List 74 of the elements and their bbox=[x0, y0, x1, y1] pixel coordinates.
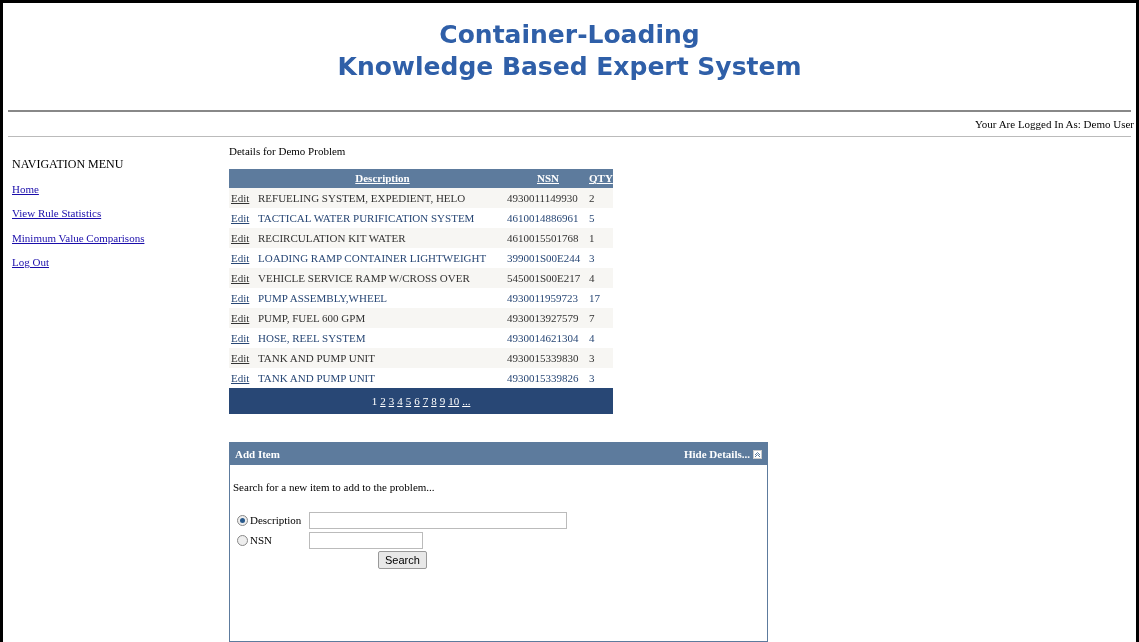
edit-link[interactable]: Edit bbox=[231, 229, 250, 247]
table-cell-text: 4610014886961 bbox=[507, 210, 579, 226]
column-header[interactable]: Description bbox=[355, 170, 410, 187]
nav-link[interactable]: Log Out bbox=[12, 254, 49, 271]
radio-button[interactable] bbox=[237, 534, 248, 546]
site-title: Container-Loading bbox=[439, 19, 700, 51]
edit-link[interactable]: Edit bbox=[231, 309, 250, 327]
table-cell-text: 4930014621304 bbox=[507, 330, 579, 346]
edit-link[interactable]: Edit bbox=[231, 289, 250, 307]
table-cell-text: 1 bbox=[589, 230, 595, 246]
edit-link[interactable]: Edit bbox=[231, 369, 250, 387]
column-header[interactable]: NSN bbox=[537, 170, 559, 187]
details-title: Details for Demo Problem bbox=[229, 143, 346, 159]
table-cell-text: TANK AND PUMP UNIT bbox=[258, 350, 375, 366]
table-cell-text: 4930013927579 bbox=[507, 310, 579, 326]
hide-details-link[interactable]: Hide Details... bbox=[684, 445, 750, 463]
page-link[interactable]: 1 bbox=[371, 392, 378, 410]
table-cell-text: 4 bbox=[589, 330, 595, 346]
edit-link[interactable]: Edit bbox=[231, 249, 250, 267]
table-cell-text: PUMP, FUEL 600 GPM bbox=[258, 310, 366, 326]
table-cell-text: 3 bbox=[589, 350, 595, 366]
table-cell-text: 5 bbox=[589, 210, 595, 226]
search-button[interactable]: Search bbox=[378, 550, 427, 569]
table-cell-text: HOSE, REEL SYSTEM bbox=[258, 330, 366, 346]
page-link[interactable]: 4 bbox=[397, 392, 403, 410]
edit-link[interactable]: Edit bbox=[231, 209, 250, 227]
edit-link[interactable]: Edit bbox=[231, 329, 250, 347]
nav-link[interactable]: Home bbox=[12, 180, 39, 197]
nav-link[interactable]: View Rule Statistics bbox=[12, 205, 102, 222]
page-link[interactable]: ... bbox=[462, 392, 471, 410]
page-link[interactable]: 3 bbox=[388, 392, 395, 410]
table-cell-text: 4930015339830 bbox=[507, 350, 579, 366]
table-cell-text: 4930011959723 bbox=[507, 290, 579, 306]
table-cell-text: 3 bbox=[589, 250, 595, 266]
column-header[interactable]: QTY bbox=[589, 170, 613, 187]
table-cell-text: PUMP ASSEMBLY,WHEEL bbox=[258, 290, 388, 306]
table-cell-text: RECIRCULATION KIT WATER bbox=[258, 230, 406, 246]
edit-link[interactable]: Edit bbox=[231, 269, 250, 287]
table-cell-text: 3 bbox=[589, 370, 595, 386]
table-cell-text: 4930011149930 bbox=[507, 190, 578, 206]
login-status: Your Are Logged In As: Demo User bbox=[975, 117, 1134, 132]
table-cell-text: 17 bbox=[589, 290, 600, 306]
page-link[interactable]: 5 bbox=[405, 392, 412, 410]
radio-label: NSN bbox=[250, 532, 272, 548]
table-cell-text: 4610015501768 bbox=[507, 230, 579, 246]
table-cell-text: 4930015339826 bbox=[507, 370, 579, 386]
nav-link[interactable]: Minimum Value Comparisons bbox=[12, 229, 145, 246]
search-prompt: Search for a new item to add to the problem... bbox=[233, 480, 436, 495]
nav-heading: NAVIGATION MENU bbox=[12, 155, 125, 173]
page-link[interactable]: 8 bbox=[431, 392, 437, 410]
collapse-icon[interactable] bbox=[753, 449, 762, 459]
panel-title: Add Item bbox=[235, 446, 280, 462]
edit-link[interactable]: Edit bbox=[231, 349, 250, 367]
table-cell-text: 399001S00E244 bbox=[507, 250, 581, 266]
search-field[interactable] bbox=[309, 531, 423, 549]
radio-button[interactable] bbox=[237, 514, 248, 526]
table-cell-text: VEHICLE SERVICE RAMP W/CROSS OVER bbox=[258, 270, 470, 286]
table-cell-text: TANK AND PUMP UNIT bbox=[258, 370, 375, 386]
search-field[interactable] bbox=[309, 511, 567, 529]
edit-link[interactable]: Edit bbox=[231, 189, 250, 207]
site-title: Knowledge Based Expert System bbox=[337, 51, 802, 83]
table-cell-text: 2 bbox=[589, 190, 595, 206]
table-cell-text: 4 bbox=[589, 270, 595, 286]
page-link[interactable]: 7 bbox=[422, 392, 429, 410]
page-link[interactable]: 6 bbox=[414, 392, 420, 410]
table-cell-text: LOADING RAMP CONTAINER LIGHTWEIGHT bbox=[258, 250, 487, 266]
table-cell-text: TACTICAL WATER PURIFICATION SYSTEM bbox=[258, 210, 475, 226]
page-link[interactable]: 10 bbox=[448, 392, 460, 410]
page-link[interactable]: 2 bbox=[380, 392, 386, 410]
page-link[interactable]: 9 bbox=[439, 392, 446, 410]
table-cell-text: 545001S00E217 bbox=[507, 270, 581, 286]
radio-label: Description bbox=[250, 512, 302, 528]
table-cell-text: REFUELING SYSTEM, EXPEDIENT, HELO bbox=[258, 190, 466, 206]
table-cell-text: 7 bbox=[589, 310, 595, 326]
